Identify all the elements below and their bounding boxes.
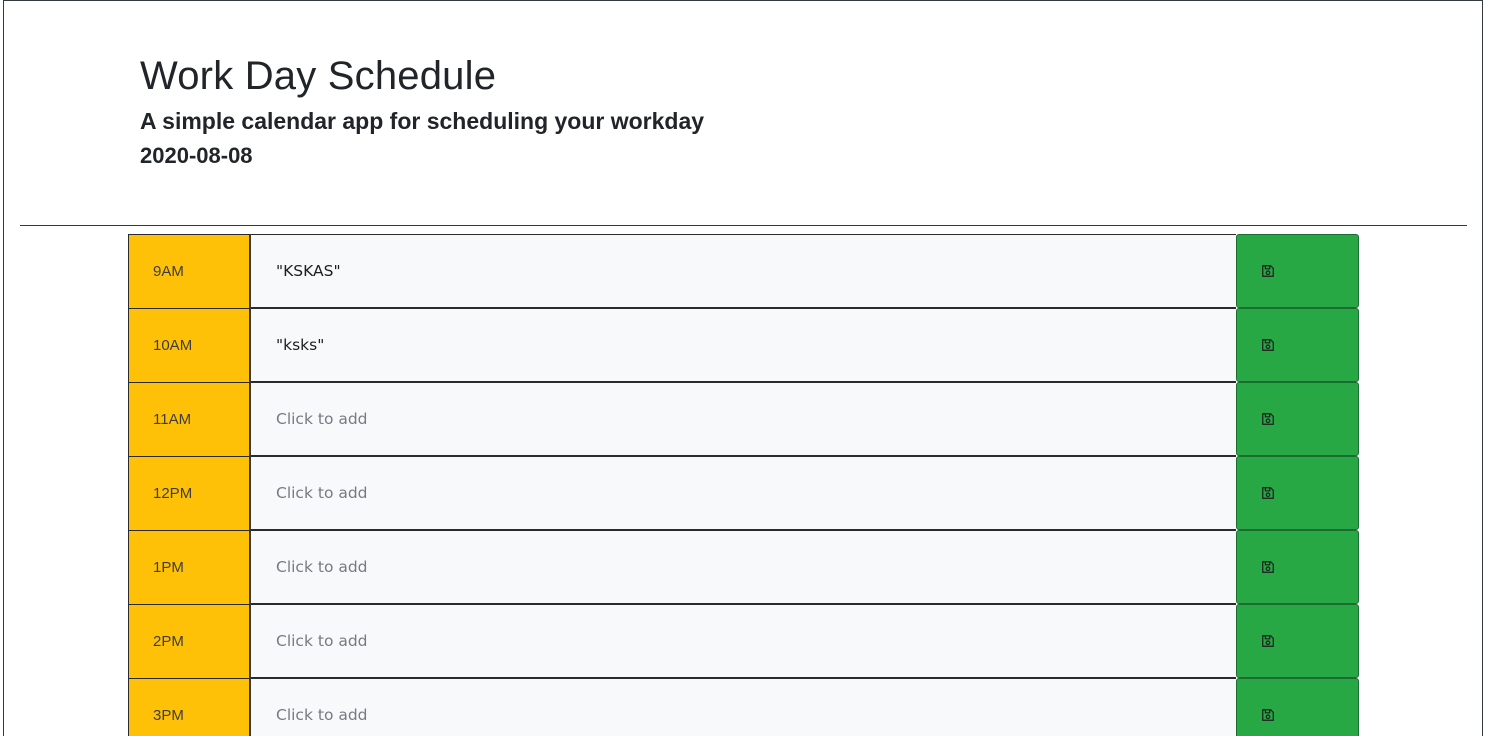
hour-label: 10AM — [128, 308, 251, 382]
current-date: 2020-08-08 — [140, 143, 253, 168]
save-button[interactable] — [1236, 678, 1359, 736]
description-field[interactable]: "KSKAS" — [251, 234, 1236, 308]
floppy-disk-icon — [1262, 709, 1274, 721]
save-button[interactable] — [1236, 308, 1359, 382]
page-subtitle: A simple calendar app for scheduling you… — [140, 108, 705, 134]
description-field[interactable]: Click to add — [251, 604, 1236, 678]
time-block: 1PM Click to add — [128, 530, 1359, 604]
description-field[interactable]: Click to add — [251, 456, 1236, 530]
page-header: Work Day Schedule A simple calendar app … — [140, 52, 1040, 171]
time-block: 9AM "KSKAS" — [128, 234, 1359, 308]
floppy-disk-icon — [1262, 265, 1274, 277]
description-field[interactable]: Click to add — [251, 530, 1236, 604]
floppy-disk-icon — [1262, 635, 1274, 647]
schedule: 9AM "KSKAS" 10AM "ksks" 11AM Click to ad… — [128, 234, 1359, 736]
hour-label: 11AM — [128, 382, 251, 456]
floppy-disk-icon — [1262, 413, 1274, 425]
time-block: 12PM Click to add — [128, 456, 1359, 530]
hour-label: 1PM — [128, 530, 251, 604]
save-button[interactable] — [1236, 234, 1359, 308]
hour-label: 12PM — [128, 456, 251, 530]
floppy-disk-icon — [1262, 487, 1274, 499]
time-block: 2PM Click to add — [128, 604, 1359, 678]
hour-label: 2PM — [128, 604, 251, 678]
description-field[interactable]: Click to add — [251, 382, 1236, 456]
save-button[interactable] — [1236, 382, 1359, 456]
hour-label: 9AM — [128, 234, 251, 308]
time-block: 11AM Click to add — [128, 382, 1359, 456]
description-field[interactable]: "ksks" — [251, 308, 1236, 382]
page-title: Work Day Schedule — [140, 54, 497, 98]
hour-label: 3PM — [128, 678, 251, 736]
header-divider — [20, 225, 1467, 226]
time-block: 3PM Click to add — [128, 678, 1359, 736]
save-button[interactable] — [1236, 530, 1359, 604]
save-button[interactable] — [1236, 604, 1359, 678]
floppy-disk-icon — [1262, 561, 1274, 573]
floppy-disk-icon — [1262, 339, 1274, 351]
description-field[interactable]: Click to add — [251, 678, 1236, 736]
time-block: 10AM "ksks" — [128, 308, 1359, 382]
save-button[interactable] — [1236, 456, 1359, 530]
